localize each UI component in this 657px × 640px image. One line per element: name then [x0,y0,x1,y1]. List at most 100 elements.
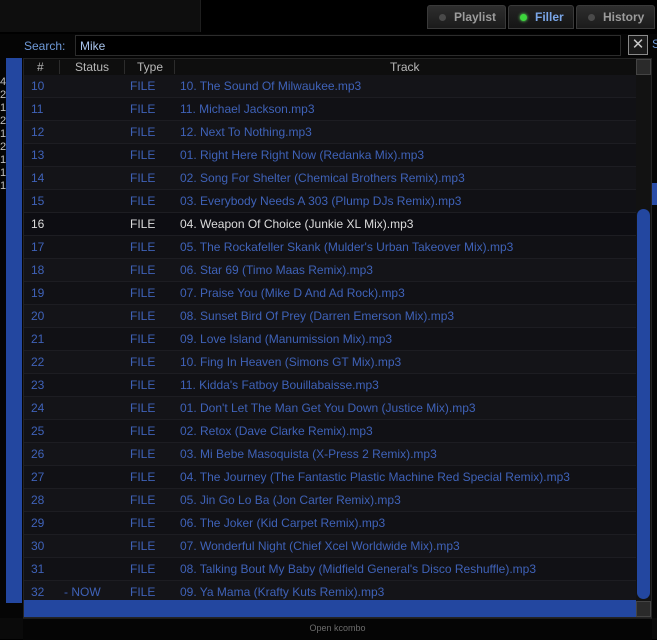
cell-type: FILE [130,447,156,461]
cell-track: 11. Kidda's Fatboy Bouillabaisse.mp3 [180,378,379,392]
left-panel-edge: 4 2 1 2 1 2 1 1 1 [0,58,23,618]
table-row[interactable]: 25 FILE 02. Retox (Dave Clarke Remix).mp3 [24,420,636,443]
cell-num: 23 [31,378,45,392]
table-row[interactable]: 13 FILE 01. Right Here Right Now (Redanka … [24,144,636,167]
table-row[interactable]: 31 FILE 08. Talking Bout My Baby (Midfield… [24,558,636,581]
cell-num: 13 [31,148,45,162]
cell-track: 11. Michael Jackson.mp3 [180,102,315,116]
vertical-scrollbar[interactable] [636,59,651,617]
cell-num: 28 [31,493,45,507]
cell-track: 08. Talking Bout My Baby (Midfield Gener… [180,562,537,576]
cell-track: 07. Praise You (Mike D And Ad Rock).mp3 [180,286,405,300]
column-divider [59,60,60,74]
clear-search-button[interactable]: ✕ [628,35,648,55]
cell-type: FILE [130,194,156,208]
cell-track: 06. The Joker (Kid Carpet Remix).mp3 [180,516,386,530]
table-row[interactable]: 14 FILE 02. Song For Shelter (Chemical Bro… [24,167,636,190]
search-input[interactable] [75,35,621,56]
table-row[interactable]: 22 FILE 10. Fing In Heaven (Simons GT Mix)… [24,351,636,374]
table-row[interactable]: 16 FILE 04. Weapon Of Choice (Junkie XL Mi… [24,213,636,236]
cell-type: FILE [130,217,156,231]
table-row[interactable]: 12 FILE 12. Next To Nothing.mp3 [24,121,636,144]
cell-num: 24 [31,401,45,415]
cell-num: 21 [31,332,45,346]
cell-num: 26 [31,447,45,461]
cell-num: 12 [31,125,45,139]
cell-type: FILE [130,424,156,438]
cell-track: 02. Retox (Dave Clarke Remix).mp3 [180,424,373,438]
cell-status: - NOW [64,585,101,599]
column-header-type[interactable]: Type [137,60,163,74]
cell-track: 01. Right Here Right Now (Redanka Mix).m… [180,148,425,162]
table-row[interactable]: 19 FILE 07. Praise You (Mike D And Ad Rock… [24,282,636,305]
left-selection-bar [6,58,22,603]
cell-track: 04. The Journey (The Fantastic Plastic M… [180,470,570,484]
scroll-down-button[interactable] [636,601,651,617]
tab-playlist[interactable]: Playlist [427,5,506,29]
cell-type: FILE [130,378,156,392]
cell-track: 03. Everybody Needs A 303 (Plump DJs Rem… [180,194,462,208]
column-header-track[interactable]: Track [390,60,420,74]
table-row[interactable]: 21 FILE 09. Love Island (Manumission Mix).… [24,328,636,351]
cell-track: 05. The Rockafeller Skank (Mulder's Urba… [180,240,514,254]
footer-text: Open kcombo [309,623,366,633]
cell-type: FILE [130,355,156,369]
cell-num: 32 [31,585,45,599]
cell-num: 22 [31,355,45,369]
tab-history[interactable]: History [576,5,655,29]
search-bar: Search: ✕ S [0,34,657,58]
column-header-num[interactable]: # [37,60,44,74]
table-row[interactable]: 15 FILE 03. Everybody Needs A 303 (Plump D… [24,190,636,213]
table-row[interactable]: 27 FILE 04. The Journey (The Fantastic Pla… [24,466,636,489]
tab-filler[interactable]: Filler [508,5,574,29]
cell-type: FILE [130,332,156,346]
cell-num: 29 [31,516,45,530]
cell-track: 09. Ya Mama (Krafty Kuts Remix).mp3 [180,585,385,599]
cell-num: 25 [31,424,45,438]
cell-type: FILE [130,125,156,139]
table-row[interactable]: 17 FILE 05. The Rockafeller Skank (Mulder'… [24,236,636,259]
cell-track: 09. Love Island (Manumission Mix).mp3 [180,332,393,346]
app-window: Playlist Filler History Search: ✕ S 4 2 … [0,0,657,640]
cell-type: FILE [130,263,156,277]
cell-num: 30 [31,539,45,553]
cell-track: 04. Weapon Of Choice (Junkie XL Mix).mp3 [180,217,414,231]
search-label: Search: [24,39,66,53]
status-footer: Open kcombo [23,618,652,640]
cell-num: 16 [31,217,45,231]
column-header-status[interactable]: Status [75,60,109,74]
cell-type: FILE [130,539,156,553]
cell-type: FILE [130,562,156,576]
table-row[interactable]: 10 FILE 10. The Sound Of Milwaukee.mp3 [24,75,636,98]
cell-type: FILE [130,286,156,300]
cell-track: 06. Star 69 (Timo Maas Remix).mp3 [180,263,373,277]
cell-track: 10. The Sound Of Milwaukee.mp3 [180,79,362,93]
scroll-up-button[interactable] [636,59,651,75]
table-row[interactable]: 23 FILE 11. Kidda's Fatboy Bouillabaisse.m… [24,374,636,397]
status-dot-icon [588,13,595,21]
tab-filler-label: Filler [535,10,564,24]
cell-type: FILE [130,148,156,162]
status-dot-icon [520,13,527,21]
column-divider [124,60,125,74]
cell-track: 05. Jin Go Lo Ba (Jon Carter Remix).mp3 [180,493,401,507]
table-row[interactable]: 29 FILE 06. The Joker (Kid Carpet Remix).m… [24,512,636,535]
cell-num: 17 [31,240,45,254]
cell-num: 18 [31,263,45,277]
table-row[interactable]: 18 FILE 06. Star 69 (Timo Maas Remix).mp3 [24,259,636,282]
table-row[interactable]: 30 FILE 07. Wonderful Night (Chief Xcel Wo… [24,535,636,558]
table-row[interactable]: 28 FILE 05. Jin Go Lo Ba (Jon Carter Remix… [24,489,636,512]
table-row[interactable]: 24 FILE 01. Don't Let The Man Get You Down… [24,397,636,420]
list-header: # Status Type Track [24,59,636,76]
cell-num: 20 [31,309,45,323]
cell-track: 12. Next To Nothing.mp3 [180,125,312,139]
table-row[interactable]: 26 FILE 03. Mi Bebe Masoquista (X-Press 2 … [24,443,636,466]
table-row[interactable]: 11 FILE 11. Michael Jackson.mp3 [24,98,636,121]
table-row[interactable]: 20 FILE 08. Sunset Bird Of Prey (Darren Em… [24,305,636,328]
status-dot-icon [439,13,446,21]
list-bottom-bar [24,600,636,617]
close-icon: ✕ [631,36,645,53]
scrollbar-thumb[interactable] [637,209,650,599]
cell-type: FILE [130,102,156,116]
cell-type: FILE [130,79,156,93]
